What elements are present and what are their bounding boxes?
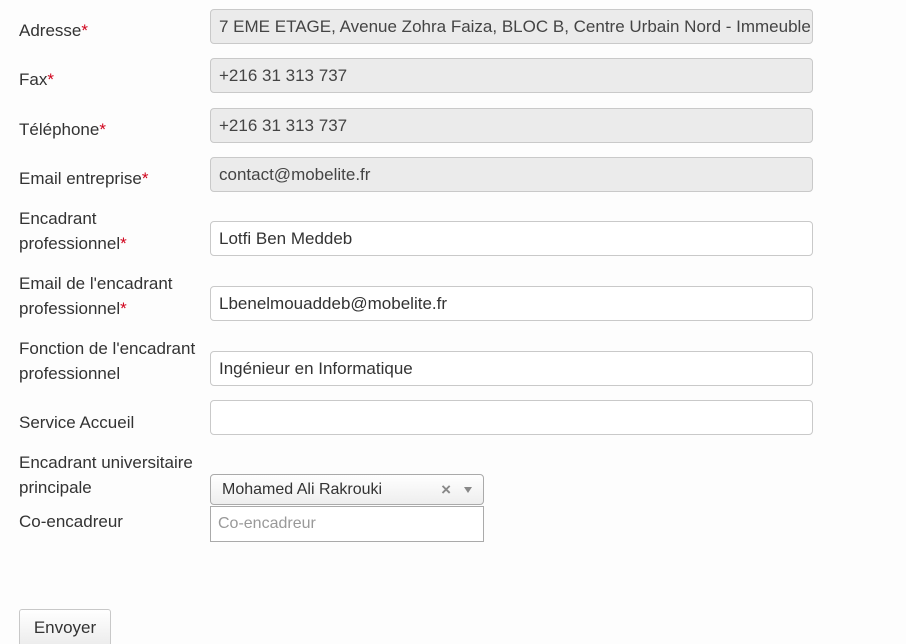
required-asterisk: * xyxy=(47,70,54,89)
envoyer-button[interactable]: Envoyer xyxy=(19,609,111,644)
label-telephone-text: Téléphone xyxy=(19,120,100,139)
label-encadrant-univ-line1: Encadrant universitaire xyxy=(19,453,193,472)
label-email-encadrant-line2-wrap: professionnel* xyxy=(19,296,204,321)
clear-icon[interactable]: × xyxy=(441,475,451,504)
fax-field[interactable]: +216 31 313 737 xyxy=(210,58,813,93)
label-co-encadreur: Co-encadreur xyxy=(19,509,204,534)
label-adresse-text: Adresse xyxy=(19,21,82,40)
email-encadrant-field[interactable]: Lbenelmouaddeb@mobelite.fr xyxy=(210,286,813,321)
label-fax-text: Fax xyxy=(19,70,48,89)
required-asterisk: * xyxy=(99,120,106,139)
label-fonction-encadrant-line1: Fonction de l'encadrant xyxy=(19,339,196,358)
label-encadrant-univ: Encadrant universitaire principale xyxy=(19,450,204,500)
label-encadrant-pro-line2: professionnel xyxy=(19,234,121,253)
required-asterisk: * xyxy=(81,21,88,40)
label-fax: Fax* xyxy=(19,67,204,92)
label-email-encadrant: Email de l'encadrant professionnel* xyxy=(19,271,204,321)
label-email-encadrant-line1: Email de l'encadrant xyxy=(19,274,173,293)
label-email-entreprise: Email entreprise* xyxy=(19,166,204,191)
label-service-accueil: Service Accueil xyxy=(19,410,204,435)
encadrant-pro-field[interactable]: Lotfi Ben Meddeb xyxy=(210,221,813,256)
label-email-encadrant-line2: professionnel xyxy=(19,299,121,318)
adresse-field[interactable]: 7 EME ETAGE, Avenue Zohra Faiza, BLOC B,… xyxy=(210,9,813,44)
label-email-entreprise-text: Email entreprise xyxy=(19,169,142,188)
label-adresse: Adresse* xyxy=(19,18,204,43)
label-service-accueil-text: Service Accueil xyxy=(19,413,135,432)
label-encadrant-univ-line2: principale xyxy=(19,478,92,497)
required-asterisk: * xyxy=(120,234,127,253)
chevron-down-icon[interactable] xyxy=(464,487,472,493)
required-asterisk: * xyxy=(141,169,149,188)
internship-form: Adresse* 7 EME ETAGE, Avenue Zohra Faiza… xyxy=(0,0,906,644)
telephone-field[interactable]: +216 31 313 737 xyxy=(210,108,813,143)
fonction-encadrant-field[interactable]: Ingénieur en Informatique xyxy=(210,351,813,386)
encadrant-univ-select[interactable]: Mohamed Ali Rakrouki × xyxy=(210,474,484,505)
label-co-encadreur-text: Co-encadreur xyxy=(19,512,123,531)
encadrant-univ-selected: Mohamed Ali Rakrouki xyxy=(222,481,383,498)
label-fonction-encadrant-line2: professionnel xyxy=(19,364,121,383)
label-encadrant-pro-line1: Encadrant xyxy=(19,209,97,228)
label-encadrant-pro: Encadrant professionnel* xyxy=(19,206,204,256)
label-telephone: Téléphone* xyxy=(19,117,204,142)
label-encadrant-pro-line2-wrap: professionnel* xyxy=(19,231,204,256)
service-accueil-field[interactable] xyxy=(210,400,813,435)
required-asterisk: * xyxy=(120,299,127,318)
co-encadreur-input[interactable] xyxy=(210,506,484,542)
email-entreprise-field[interactable]: contact@mobelite.fr xyxy=(210,157,813,192)
label-fonction-encadrant: Fonction de l'encadrant professionnel xyxy=(19,336,204,386)
